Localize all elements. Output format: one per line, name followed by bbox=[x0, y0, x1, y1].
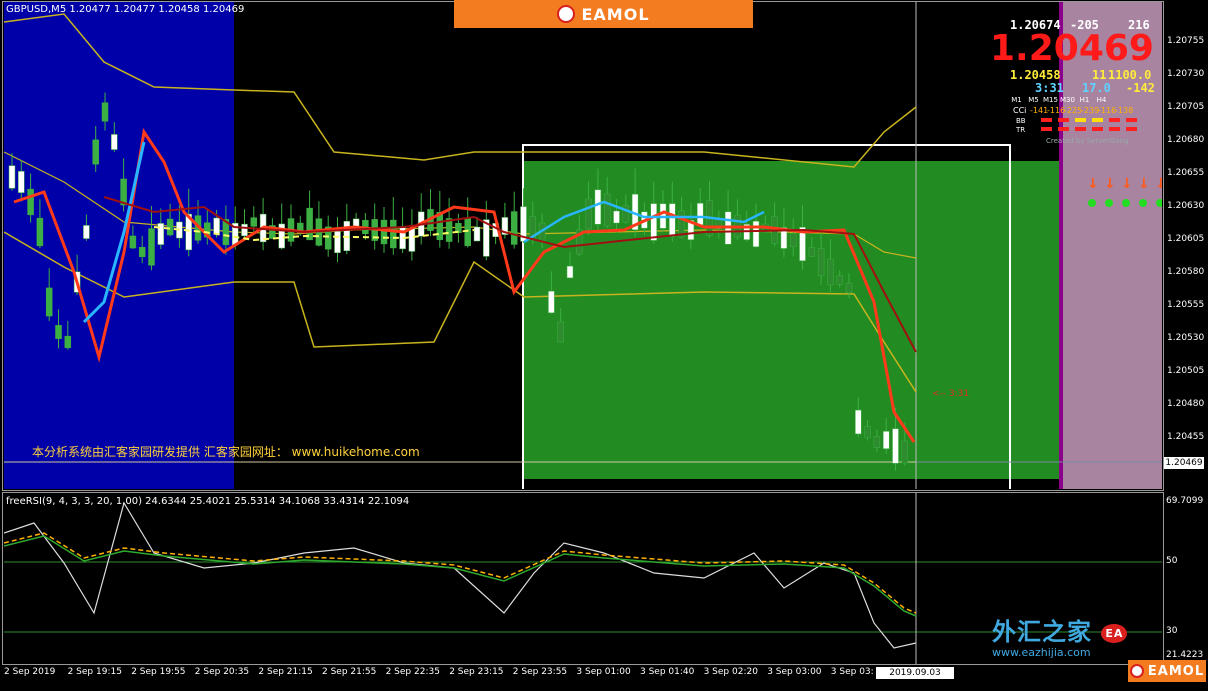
price-axis-label: 1.20555 bbox=[1167, 300, 1205, 310]
info-volume: 1100.0 bbox=[1108, 68, 1152, 82]
cci-value: -138 bbox=[1115, 106, 1134, 115]
time-axis-label: 3 Sep 03:00 bbox=[767, 667, 822, 677]
price-axis-label: 1.20630 bbox=[1167, 201, 1205, 211]
credit-label: Created by ServerGang bbox=[1046, 137, 1129, 145]
time-axis-label: 2 Sep 21:15 bbox=[258, 667, 313, 677]
cci-value: -116 bbox=[1098, 106, 1117, 115]
time-axis-label: 3 Sep 02:20 bbox=[703, 667, 758, 677]
time-axis-label: 3 Sep 03: bbox=[830, 667, 874, 677]
rsi-pane-border bbox=[2, 492, 1164, 665]
price-axis-label: 1.20505 bbox=[1167, 366, 1205, 376]
current-bid-price: 1.20469 bbox=[990, 28, 1154, 69]
current-price-tag: 1.20469 bbox=[1164, 457, 1204, 469]
price-axis-label: 1.20605 bbox=[1167, 234, 1205, 244]
analysis-system-note: 本分析系统由汇客家园研发提供 汇客家园网址： www.huikehome.com bbox=[32, 445, 420, 459]
cci-row-label: CCi bbox=[1013, 106, 1027, 115]
symbol-ohlc-label: GBPUSD,M5 1.20477 1.20477 1.20458 1.2046… bbox=[6, 4, 245, 15]
rsi-axis-top: 69.7099 bbox=[1166, 496, 1204, 506]
time-axis-label: 2 Sep 22:35 bbox=[385, 667, 440, 677]
time-axis-label: 2 Sep 19:55 bbox=[131, 667, 186, 677]
time-axis-label: 2 Sep 2019 bbox=[4, 667, 56, 677]
info-bar-timer: 3:31 bbox=[1035, 81, 1064, 95]
price-axis-label: 1.20480 bbox=[1167, 399, 1205, 409]
rsi-indicator-label: freeRSI(9, 4, 3, 3, 20, 1.00) 24.6344 25… bbox=[6, 496, 410, 507]
time-axis-label: 3 Sep 01:00 bbox=[576, 667, 631, 677]
watermark-text: 外汇之家 EA bbox=[992, 612, 1128, 647]
info-value-2: -142 bbox=[1126, 81, 1155, 95]
watermark-url: www.eazhijia.com bbox=[992, 646, 1091, 659]
banner-brand: EAMOL bbox=[581, 4, 650, 24]
price-axis-label: 1.20455 bbox=[1167, 432, 1205, 442]
watermark-title: 外汇之家 bbox=[992, 618, 1092, 646]
time-axis-label: 2 Sep 20:35 bbox=[194, 667, 250, 677]
tf-label: M30 bbox=[1060, 96, 1075, 104]
price-axis-label: 1.20530 bbox=[1167, 333, 1205, 343]
timeframe-header-row: M1 M5 M15 M30 H1 H4 bbox=[1008, 96, 1110, 104]
eamol-logo-icon bbox=[557, 5, 576, 23]
tf-label: M5 bbox=[1028, 96, 1039, 104]
eamol-banner: EAMOL bbox=[454, 0, 753, 28]
cci-value: -225 bbox=[1064, 106, 1083, 115]
footer-brand: EAMOL bbox=[1147, 663, 1205, 679]
tf-label: M15 bbox=[1043, 96, 1058, 104]
rsi-axis-bottom: 21.4223 bbox=[1166, 650, 1204, 660]
eamol-logo-icon bbox=[1129, 664, 1144, 678]
time-axis-label: 2 Sep 19:15 bbox=[67, 667, 122, 677]
time-axis-label: 2 Sep 23:55 bbox=[512, 667, 568, 677]
cci-value: -239 bbox=[1081, 106, 1100, 115]
info-spread: 11 bbox=[1092, 68, 1107, 82]
time-cursor-tag: 2019.09.03 04:30 bbox=[876, 667, 954, 690]
info-value-1: 17.0 bbox=[1082, 81, 1111, 95]
eamol-footer-badge: EAMOL bbox=[1128, 660, 1206, 682]
time-axis-label: 3 Sep 01:40 bbox=[640, 667, 695, 677]
cci-value: -116 bbox=[1047, 106, 1066, 115]
bb-row-label: BB bbox=[1016, 117, 1026, 125]
tf-label: H1 bbox=[1079, 96, 1090, 104]
price-axis-label: 1.20580 bbox=[1167, 267, 1205, 277]
countdown-marker: <-- 3:31 bbox=[932, 389, 970, 399]
tf-label: H4 bbox=[1096, 96, 1107, 104]
cci-values-row: -141-116-225-239-116-138 bbox=[1030, 106, 1134, 115]
price-axis-label: 1.20655 bbox=[1167, 168, 1205, 178]
info-low-price: 1.20458 bbox=[1010, 68, 1061, 82]
price-axis-label: 1.20730 bbox=[1167, 69, 1205, 79]
watermark-badge: EA bbox=[1101, 623, 1128, 643]
price-axis-label: 1.20755 bbox=[1167, 36, 1205, 46]
time-axis-label: 2 Sep 23:15 bbox=[449, 667, 504, 677]
rsi-axis-upper: 50 bbox=[1166, 556, 1178, 566]
price-axis-label: 1.20705 bbox=[1167, 102, 1205, 112]
tr-row-label: TR bbox=[1016, 126, 1026, 134]
time-axis-label: 2 Sep 21:55 bbox=[322, 667, 377, 677]
tf-label: M1 bbox=[1011, 96, 1022, 104]
rsi-axis-lower: 30 bbox=[1166, 626, 1178, 636]
price-pane-border bbox=[2, 1, 1164, 491]
cci-value: -141 bbox=[1030, 106, 1049, 115]
price-axis-label: 1.20680 bbox=[1167, 135, 1205, 145]
